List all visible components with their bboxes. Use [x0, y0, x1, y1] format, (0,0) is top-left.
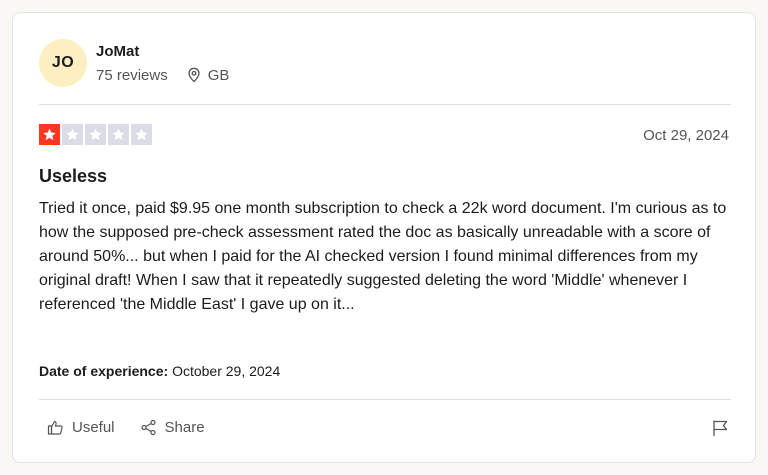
star-icon	[108, 124, 129, 145]
reviewer-info: JoMat 75 reviews GB	[96, 43, 229, 84]
useful-button[interactable]: Useful	[47, 419, 115, 436]
reviewer-header: JO JoMat 75 reviews GB	[39, 39, 229, 87]
experience-date: October 29, 2024	[172, 363, 281, 379]
reviewer-country: GB	[207, 66, 230, 84]
review-title[interactable]: Useless	[39, 166, 107, 187]
reviewer-meta: 75 reviews GB	[96, 67, 229, 84]
star-icon	[131, 124, 152, 145]
reviewer-name[interactable]: JoMat	[96, 43, 229, 60]
divider	[39, 104, 731, 105]
review-date: Oct 29, 2024	[643, 127, 729, 144]
date-of-experience: Date of experience: October 29, 2024	[39, 363, 280, 379]
review-body: Tried it once, paid $9.95 one month subs…	[39, 200, 727, 313]
location-pin-icon	[186, 67, 202, 83]
review-actions: Useful Share	[47, 419, 205, 436]
star-icon	[39, 124, 60, 145]
review-card: JO JoMat 75 reviews GB Oct 29, 2024 Usel…	[12, 12, 756, 463]
star-rating	[39, 124, 154, 145]
useful-label: Useful	[72, 419, 115, 436]
thumbs-up-icon	[47, 419, 68, 436]
star-icon	[62, 124, 83, 145]
avatar[interactable]: JO	[39, 39, 87, 87]
share-label: Share	[164, 419, 205, 436]
review-count: 75 reviews	[96, 66, 168, 84]
share-button[interactable]: Share	[140, 419, 205, 436]
flag-icon[interactable]	[711, 419, 729, 437]
experience-label: Date of experience:	[39, 363, 169, 379]
star-icon	[85, 124, 106, 145]
share-icon	[140, 419, 161, 436]
divider	[39, 399, 731, 400]
